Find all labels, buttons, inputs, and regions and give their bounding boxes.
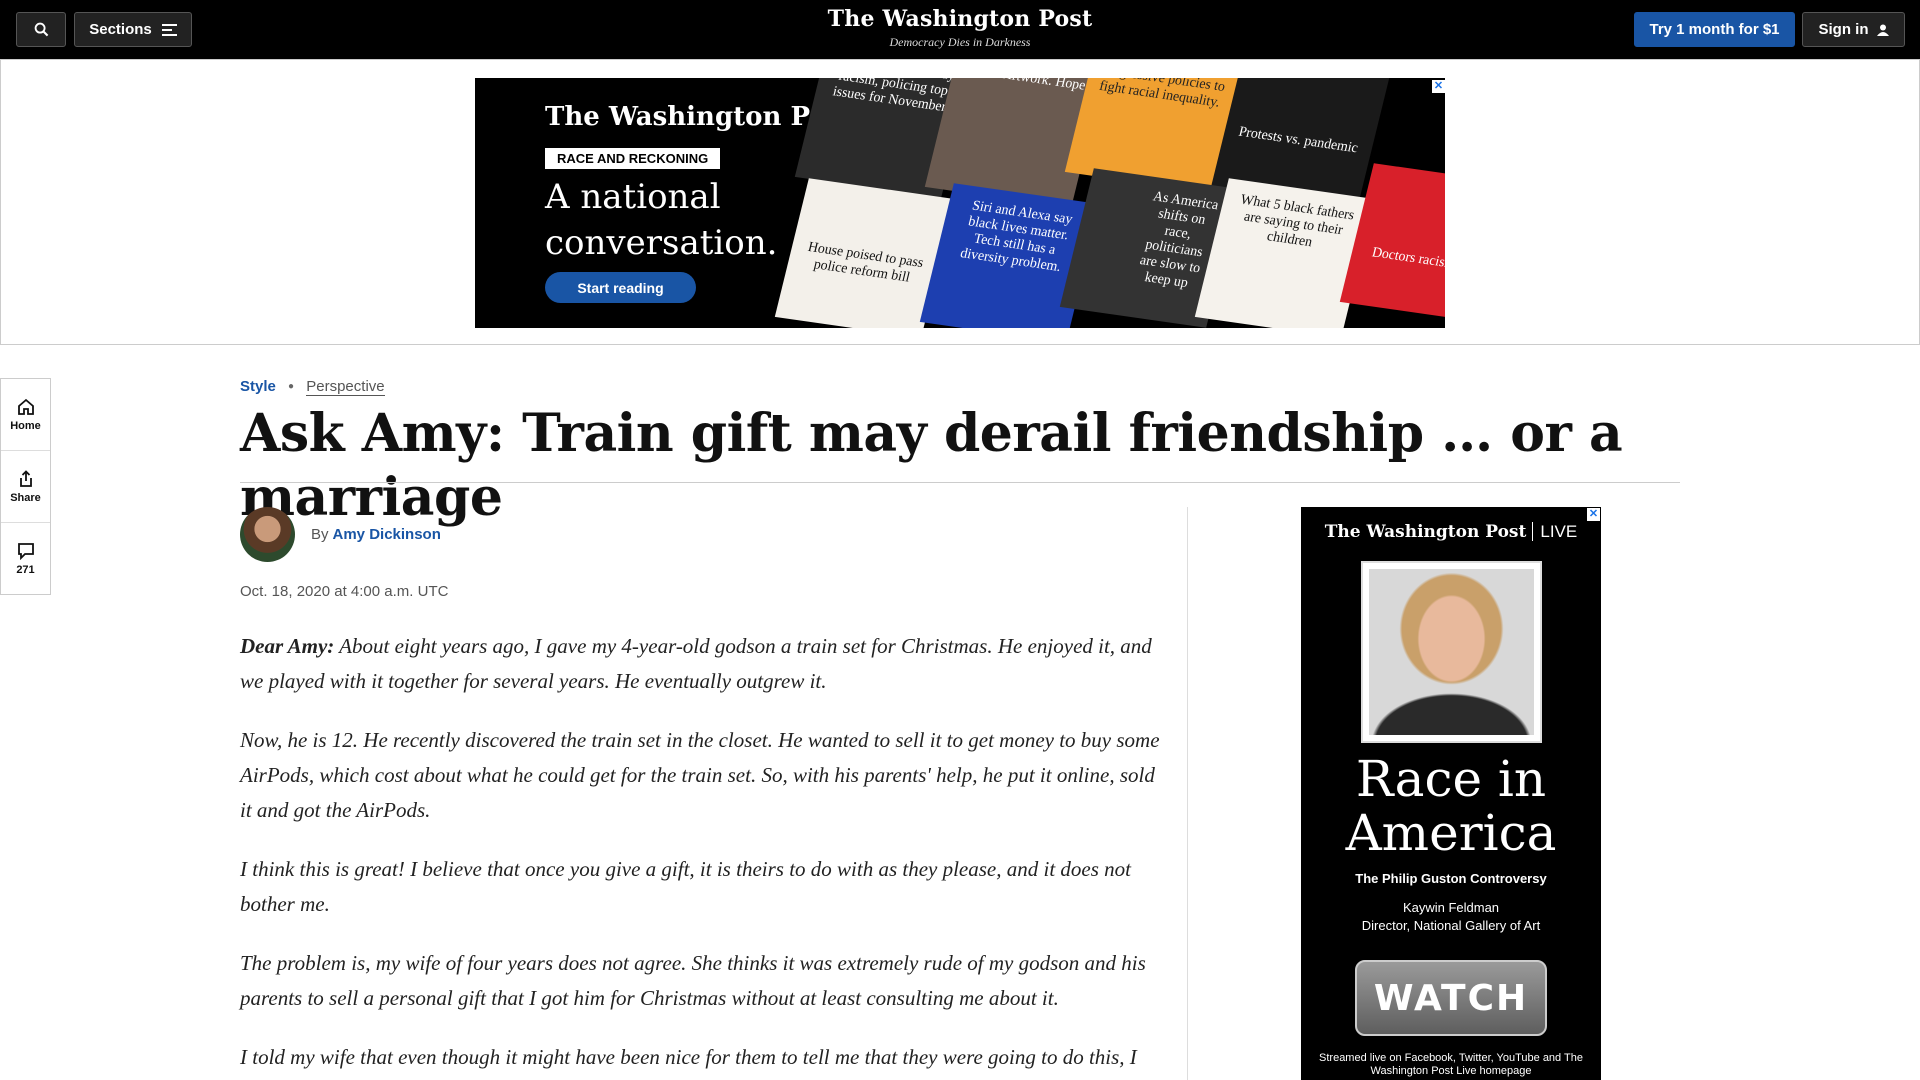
ad-badge: RACE AND RECKONING bbox=[545, 148, 721, 169]
watch-button[interactable]: WATCH bbox=[1355, 960, 1547, 1036]
article-kicker: Style ● Perspective bbox=[240, 378, 385, 396]
rail-home-label: Home bbox=[10, 419, 41, 432]
guest-portrait bbox=[1369, 569, 1534, 735]
kicker-separator: ● bbox=[288, 381, 295, 392]
start-reading-button[interactable]: Start reading bbox=[545, 272, 696, 303]
comment-count: 271 bbox=[16, 564, 35, 576]
sections-button[interactable]: Sections bbox=[74, 12, 192, 47]
home-icon bbox=[17, 398, 34, 415]
ad-collage: Black Americans say racism, policing top… bbox=[765, 78, 1445, 328]
sections-label: Sections bbox=[89, 21, 152, 38]
rail-share-button[interactable]: Share bbox=[1, 451, 50, 523]
publish-date: Oct. 18, 2020 at 4:00 a.m. UTC bbox=[240, 583, 449, 600]
comment-icon bbox=[17, 543, 34, 560]
lead-in: Dear Amy: bbox=[240, 634, 335, 658]
perspective-label[interactable]: Perspective bbox=[306, 378, 385, 396]
event-subtitle: The Philip Guston Controversy bbox=[1355, 871, 1547, 886]
article-body: Dear Amy: About eight years ago, I gave … bbox=[240, 629, 1160, 1080]
rail-home-button[interactable]: Home bbox=[1, 379, 50, 451]
rail-share-label: Share bbox=[10, 491, 41, 504]
menu-icon bbox=[161, 23, 177, 36]
headline-divider bbox=[240, 482, 1680, 483]
event-title: Race in America bbox=[1345, 750, 1557, 862]
subscribe-trial-button[interactable]: Try 1 month for $1 bbox=[1634, 12, 1795, 47]
post-live-logo: The Washington Post LIVE bbox=[1301, 522, 1601, 542]
author-link[interactable]: Amy Dickinson bbox=[333, 526, 441, 543]
search-button[interactable] bbox=[16, 12, 66, 47]
share-icon bbox=[19, 469, 32, 487]
live-label: LIVE bbox=[1532, 522, 1578, 541]
sign-in-button[interactable]: Sign in bbox=[1802, 12, 1905, 47]
byline: By Amy Dickinson bbox=[240, 506, 441, 562]
left-share-rail: Home Share 271 bbox=[0, 378, 51, 595]
article-paragraph: The problem is, my wife of four years do… bbox=[240, 951, 1146, 1010]
paragraph-text: About eight years ago, I gave my 4-year-… bbox=[240, 634, 1152, 693]
column-divider bbox=[1187, 507, 1188, 1080]
guest-photo bbox=[1361, 561, 1542, 743]
ad-close-icon[interactable]: ✕ bbox=[1432, 80, 1445, 93]
author-avatar[interactable] bbox=[240, 506, 295, 562]
post-live-ad[interactable]: The Washington Post LIVE Race in America … bbox=[1301, 507, 1601, 1080]
article-paragraph: Dear Amy: About eight years ago, I gave … bbox=[240, 629, 1160, 699]
side-ad-close-icon[interactable]: ✕ bbox=[1587, 508, 1600, 521]
site-logo[interactable]: The Washington Post bbox=[760, 6, 1160, 32]
guest-name: Kaywin Feldman bbox=[1402, 900, 1500, 915]
user-icon bbox=[1876, 24, 1889, 36]
race-and-reckoning-ad[interactable]: The Washington Post RACE AND RECKONING A… bbox=[475, 78, 1445, 328]
top-navigation-bar: Sections The Washington Post Democracy D… bbox=[0, 0, 1920, 59]
site-tagline: Democracy Dies in Darkness bbox=[889, 35, 1031, 49]
masthead[interactable]: The Washington Post Democracy Dies in Da… bbox=[760, 6, 1160, 50]
guest-info: Kaywin Feldman Director, National Galler… bbox=[1301, 899, 1601, 935]
search-icon bbox=[34, 22, 48, 37]
section-link[interactable]: Style bbox=[240, 378, 276, 395]
guest-title: Director, National Gallery of Art bbox=[1361, 918, 1541, 933]
stream-info: Streamed live on Facebook, Twitter, YouT… bbox=[1319, 1052, 1583, 1077]
rail-comments-button[interactable]: 271 bbox=[1, 523, 50, 595]
byline-prefix: By bbox=[311, 525, 329, 543]
post-live-logo-text: The Washington Post bbox=[1324, 522, 1527, 542]
article-paragraph: I think this is great! I believe that on… bbox=[240, 857, 1131, 916]
article-paragraph: I told my wife that even though it might… bbox=[240, 1045, 1137, 1069]
sign-in-label: Sign in bbox=[1818, 21, 1869, 38]
article-paragraph: Now, he is 12. He recently discovered th… bbox=[240, 728, 1160, 822]
